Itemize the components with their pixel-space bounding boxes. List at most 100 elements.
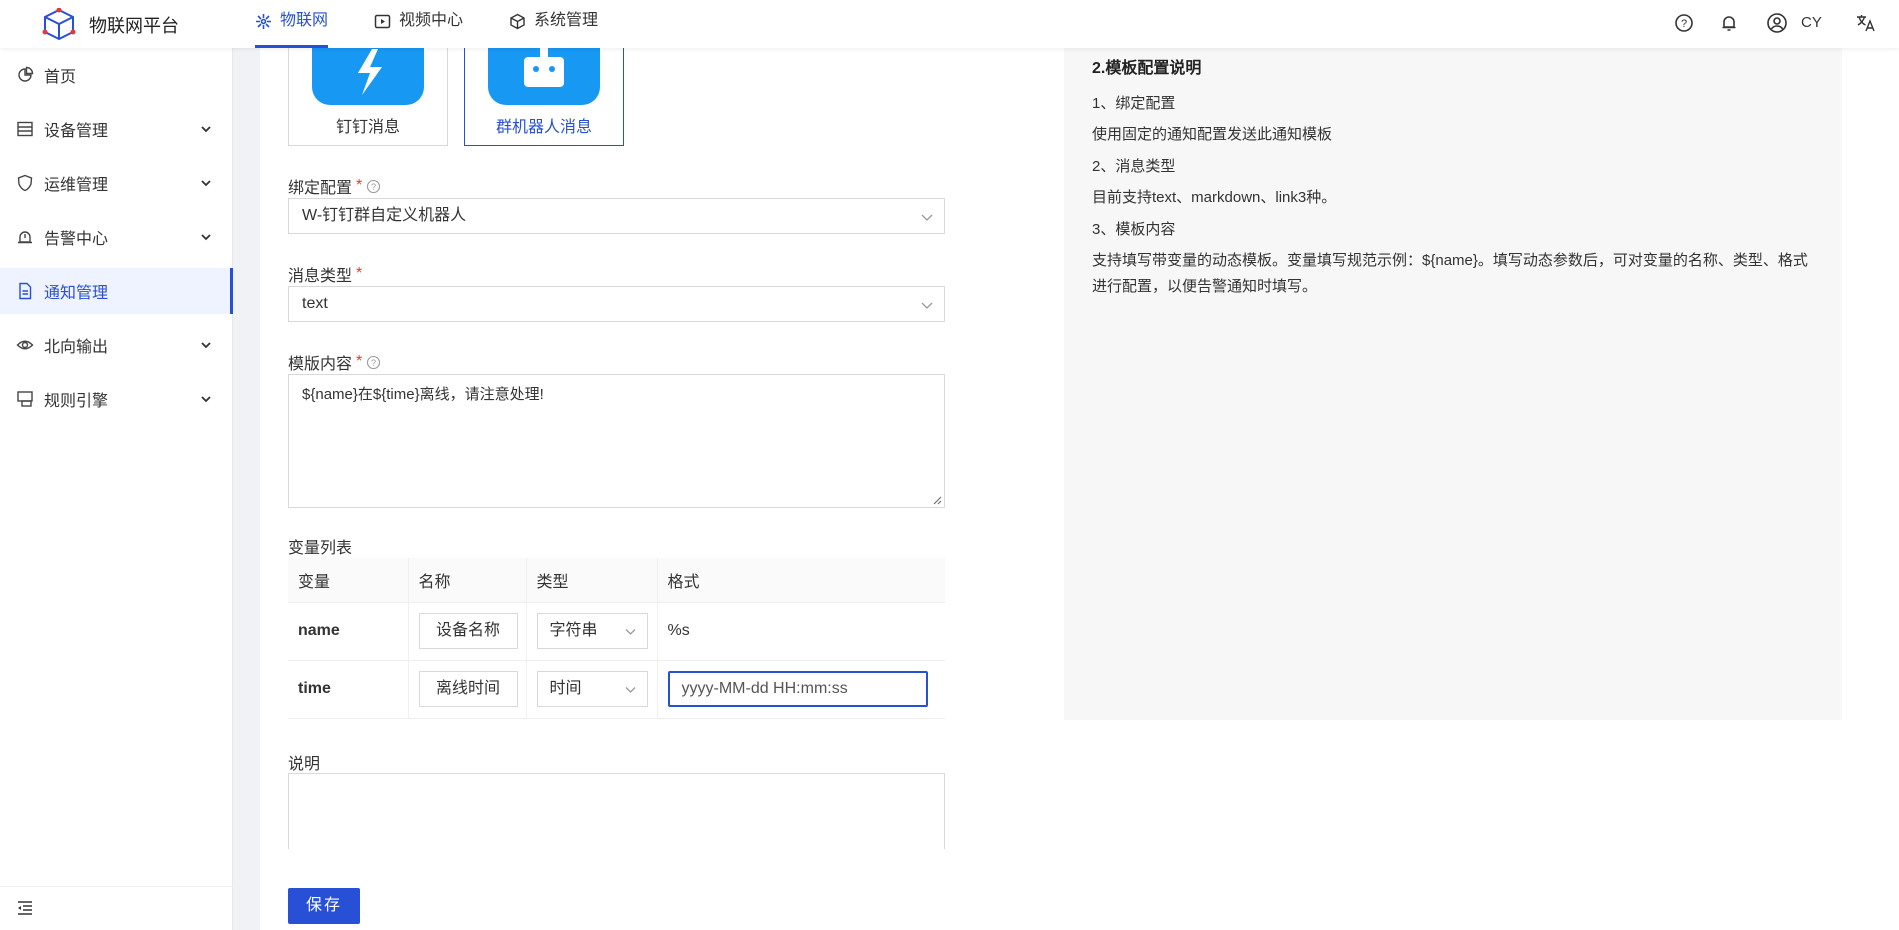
variable-type-select[interactable]: 时间	[536, 671, 648, 707]
help-line: 目前支持text、markdown、link3种。	[1092, 189, 1337, 206]
binding-select[interactable]: W-钉钉群自定义机器人	[288, 198, 945, 234]
variable-type-select[interactable]: 字符串	[536, 613, 648, 649]
variable-type-value: 字符串	[549, 622, 598, 639]
chevron-down-icon	[625, 687, 635, 693]
chevron-down-icon	[921, 302, 933, 309]
nav-tab-video[interactable]: 视频中心	[374, 0, 463, 48]
binding-label-text: 绑定配置	[288, 180, 353, 197]
list-icon	[17, 121, 33, 137]
sidebar-item-operations[interactable]: 运维管理	[0, 160, 233, 206]
sidebar-item-label: 通知管理	[44, 285, 109, 302]
svg-text:?: ?	[1681, 18, 1687, 30]
column-header: 类型	[526, 558, 658, 603]
description-textarea[interactable]	[288, 773, 945, 849]
chevron-down-icon	[201, 126, 211, 133]
chevron-down-icon	[201, 396, 211, 403]
type-card-dingtalk[interactable]: 钉钉消息	[288, 48, 448, 146]
sidebar-item-label: 规则引擎	[44, 393, 109, 410]
question-icon[interactable]: ?	[366, 179, 381, 194]
nav-tab-label: 系统管理	[534, 12, 599, 29]
table-row: time 离线时间 时间 yyyy-MM-dd HH:mm:ss	[288, 660, 945, 719]
variable-name-input[interactable]: 离线时间	[418, 671, 518, 707]
description-label: 说明	[288, 756, 321, 773]
column-header: 变量	[288, 558, 409, 603]
alarm-icon	[18, 231, 32, 244]
chevron-down-icon	[201, 234, 211, 241]
message-type-value: text	[302, 295, 328, 312]
nav-tab-iot[interactable]: 物联网	[255, 0, 329, 48]
sidebar-item-devices[interactable]: 设备管理	[0, 106, 233, 152]
required-mark: *	[356, 177, 363, 194]
nav-tab-label: 物联网	[280, 12, 329, 29]
bell-icon[interactable]	[1718, 12, 1740, 34]
type-card-label: 群机器人消息	[495, 119, 592, 136]
help-line: 2、消息类型	[1092, 158, 1176, 175]
top-header: 物联网平台 物联网 视频中心 系统管理 ? CY	[0, 0, 1899, 48]
logo-icon	[42, 8, 76, 40]
column-header: 格式	[657, 558, 945, 603]
variable-key: name	[288, 602, 409, 661]
sidebar-item-northbound[interactable]: 北向输出	[0, 322, 233, 368]
table-header-row: 变量 名称 类型 格式	[288, 558, 945, 603]
message-type-select[interactable]: text	[288, 286, 945, 322]
help-line: 3、模板内容	[1092, 221, 1176, 238]
sidebar-footer	[0, 886, 233, 930]
message-type-label: 消息类型 *	[288, 262, 362, 286]
variable-name-input[interactable]: 设备名称	[418, 613, 518, 649]
svg-text:?: ?	[371, 358, 376, 368]
user-avatar-icon[interactable]	[1766, 12, 1788, 34]
type-card-label: 钉钉消息	[335, 119, 400, 136]
sidebar-item-alarms[interactable]: 告警中心	[0, 214, 233, 260]
main-content: 钉钉消息 群机器人消息 绑定配置 * ? W-钉钉群自定义机器人 消息类型 * te…	[260, 48, 1899, 930]
resize-handle-icon[interactable]	[932, 495, 942, 505]
variable-format-input[interactable]: yyyy-MM-dd HH:mm:ss	[667, 671, 928, 707]
help-title: 2.模板配置说明	[1092, 60, 1202, 77]
help-line: 支持填写带变量的动态模板。变量填写规范示例：${name}。填写动态参数后，可对…	[1092, 252, 1808, 295]
collapse-menu-icon[interactable]	[16, 899, 34, 917]
save-button[interactable]: 保存	[288, 888, 360, 924]
column-header: 名称	[408, 558, 527, 603]
help-panel: 2.模板配置说明 1、绑定配置 使用固定的通知配置发送此通知模板 2、消息类型 …	[1064, 48, 1842, 720]
help-icon[interactable]: ?	[1673, 12, 1695, 34]
robot-logo-icon	[488, 48, 600, 105]
iot-icon	[256, 13, 271, 29]
template-textarea[interactable]: ${name}在${time}离线，请注意处理!	[288, 374, 945, 508]
eye-icon	[16, 340, 34, 350]
shield-icon	[17, 174, 33, 192]
sidebar-item-label: 北向输出	[44, 339, 109, 356]
template-label-text: 模版内容	[288, 356, 353, 373]
cube-icon	[510, 13, 525, 29]
translate-icon[interactable]	[1855, 12, 1877, 34]
type-card-group-robot[interactable]: 群机器人消息	[464, 48, 624, 146]
sidebar-item-label: 设备管理	[44, 123, 109, 140]
required-mark: *	[356, 265, 363, 282]
app-title: 物联网平台	[89, 16, 179, 36]
variable-format: %s	[657, 602, 945, 661]
sidebar-item-home[interactable]: 首页	[0, 52, 233, 98]
chevron-down-icon	[201, 180, 211, 187]
table-row: name 设备名称 字符串 %s	[288, 602, 945, 661]
rule-icon	[17, 391, 33, 407]
nav-tab-system[interactable]: 系统管理	[509, 0, 598, 48]
binding-label: 绑定配置 * ?	[288, 174, 381, 198]
template-label: 模版内容 * ?	[288, 350, 381, 374]
user-name[interactable]: CY	[1801, 14, 1822, 31]
template-text: ${name}在${time}离线，请注意处理!	[302, 386, 544, 403]
svg-text:?: ?	[371, 182, 376, 192]
sidebar-item-notifications[interactable]: 通知管理	[0, 268, 233, 314]
variables-table: 变量 名称 类型 格式 name 设备名称 字符串 %s time 离线时间 时…	[288, 558, 945, 719]
sidebar-item-label: 首页	[44, 69, 77, 86]
chevron-down-icon	[921, 214, 933, 221]
sidebar-item-rules[interactable]: 规则引擎	[0, 376, 233, 422]
document-icon	[19, 282, 32, 300]
video-icon	[374, 14, 391, 28]
nav-tab-label: 视频中心	[399, 12, 464, 29]
chevron-down-icon	[625, 629, 635, 635]
question-icon[interactable]: ?	[366, 355, 381, 370]
dingtalk-logo-icon	[312, 48, 424, 105]
variable-type-value: 时间	[549, 680, 582, 697]
message-type-label-text: 消息类型	[288, 268, 353, 285]
sidebar-item-label: 运维管理	[44, 177, 109, 194]
binding-select-value: W-钉钉群自定义机器人	[302, 207, 467, 224]
variables-label: 变量列表	[288, 540, 353, 557]
